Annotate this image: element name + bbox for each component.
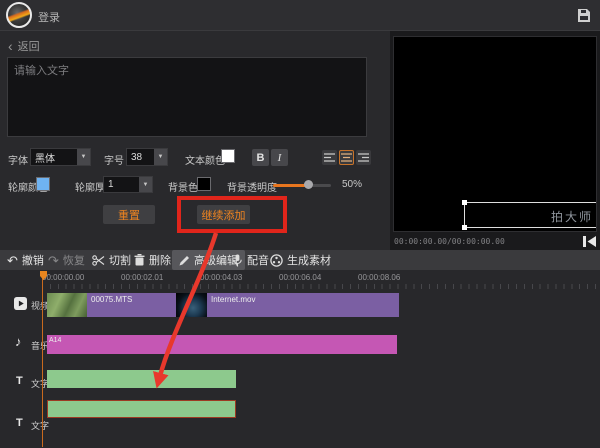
delete-label: 删除 (149, 252, 171, 268)
timeline: 00:00:00.00 00:00:02.01 00:00:04.03 00:0… (0, 270, 600, 448)
font-select-value: 黑体 (31, 149, 77, 165)
skip-to-start-icon[interactable] (582, 235, 597, 248)
size-select-value: 38 (127, 149, 154, 165)
undo-icon: ↶ (7, 254, 18, 267)
annotation-highlight-rect (177, 196, 287, 233)
chevron-down-icon[interactable]: ▼ (139, 177, 152, 192)
ruler-label: 00:00:02.01 (121, 273, 163, 282)
selection-handle[interactable] (462, 225, 467, 230)
video-track-icon (14, 297, 27, 310)
font-label: 字体 (8, 152, 28, 167)
align-left-button[interactable] (322, 150, 337, 165)
ruler-label: 00:00:06.04 (279, 273, 321, 282)
ruler-label: 00:00:04.03 (200, 273, 242, 282)
delete-button[interactable]: 删除 (134, 252, 171, 268)
bold-button[interactable]: B (252, 149, 269, 166)
chevron-down-icon[interactable]: ▼ (77, 149, 90, 165)
playhead-line (42, 271, 43, 447)
text-track-icon: T (16, 417, 23, 429)
ruler-label: 00:00:00.00 (42, 273, 84, 282)
clip-name: Internet.mov (207, 293, 399, 304)
save-icon[interactable] (577, 9, 591, 22)
preview-overlay-text: 拍大师 (551, 208, 593, 225)
cut-label: 切割 (109, 252, 131, 268)
cut-button[interactable]: 切割 (92, 252, 131, 268)
outline-width-select[interactable]: 1 ▼ (103, 176, 153, 193)
text-clip[interactable] (47, 370, 236, 388)
back-label: 返回 (18, 38, 40, 54)
clip-name: A14 (47, 335, 397, 344)
text-clip-selected[interactable] (47, 400, 236, 418)
app-window: 登录 ‹ 返回 字体 黑体 ▼ 字号 38 ▼ 文本颜色 B I (0, 0, 600, 448)
bg-color-swatch[interactable] (197, 177, 211, 191)
text-input[interactable] (7, 57, 367, 137)
film-reel-icon (270, 254, 283, 267)
text-track-icon: T (16, 375, 23, 387)
generate-material-button[interactable]: 生成素材 (270, 252, 331, 268)
opacity-slider-fill (273, 184, 307, 187)
size-label: 字号 (104, 152, 124, 167)
clip-thumbnail (47, 293, 87, 317)
size-select[interactable]: 38 ▼ (126, 148, 168, 166)
generate-material-label: 生成素材 (287, 252, 331, 268)
back-button[interactable]: ‹ 返回 (8, 38, 40, 54)
clip-name: 00075.MTS (87, 293, 176, 304)
timecode: 00:00:00.00/00:00:00.00 (394, 237, 505, 246)
ruler-label: 00:00:08.06 (358, 273, 400, 282)
music-clip[interactable]: A14 (47, 335, 397, 354)
video-clip[interactable]: Internet.mov (207, 293, 399, 317)
opacity-label: 背景透明度 (227, 179, 277, 194)
bg-color-label: 背景色 (168, 179, 198, 194)
preview-panel: 拍大师 00:00:00.00/00:00:00.00 (390, 31, 600, 250)
align-center-button[interactable] (339, 150, 354, 165)
undo-button[interactable]: ↶ 撤销 (7, 252, 44, 268)
video-clip[interactable]: 00075.MTS (87, 293, 176, 317)
reset-button[interactable]: 重置 (103, 205, 155, 224)
italic-button[interactable]: I (271, 149, 288, 166)
trash-icon (134, 254, 145, 266)
opacity-slider[interactable] (273, 184, 331, 187)
pencil-icon (179, 255, 190, 266)
chevron-down-icon[interactable]: ▼ (154, 149, 167, 165)
outline-width-value: 1 (104, 177, 139, 192)
font-select[interactable]: 黑体 ▼ (30, 148, 91, 166)
opacity-slider-thumb[interactable] (304, 180, 313, 189)
redo-label: 恢复 (63, 252, 85, 268)
align-left-icon (324, 153, 335, 162)
redo-button[interactable]: ↷ 恢复 (48, 252, 85, 268)
redo-icon: ↷ (48, 254, 59, 267)
text-color-label: 文本颜色 (185, 152, 225, 167)
dubbing-button[interactable]: 配音 (232, 252, 269, 268)
timeline-ruler[interactable] (42, 284, 598, 289)
scissors-icon (92, 255, 105, 266)
back-chevron-icon: ‹ (8, 41, 13, 51)
align-center-icon (341, 153, 352, 162)
align-right-icon (358, 153, 369, 162)
avatar[interactable] (6, 2, 32, 28)
top-bar: 登录 (0, 0, 600, 31)
selection-handle[interactable] (462, 200, 467, 205)
opacity-value: 50% (342, 179, 362, 190)
music-note-icon: ♪ (15, 336, 22, 348)
dubbing-label: 配音 (247, 252, 269, 268)
track-label-text2: 文字 (31, 419, 49, 432)
undo-label: 撤销 (22, 252, 44, 268)
video-preview[interactable]: 拍大师 (393, 36, 597, 232)
text-color-swatch[interactable] (221, 149, 235, 163)
login-link[interactable]: 登录 (38, 9, 60, 25)
timeline-toolbar: ↶ 撤销 ↷ 恢复 切割 删除 高级编 (0, 250, 600, 270)
align-right-button[interactable] (356, 150, 371, 165)
clip-thumbnail (176, 293, 207, 317)
outline-color-swatch[interactable] (36, 177, 50, 191)
text-selection-box[interactable]: 拍大师 (464, 202, 597, 228)
microphone-icon (232, 254, 243, 267)
